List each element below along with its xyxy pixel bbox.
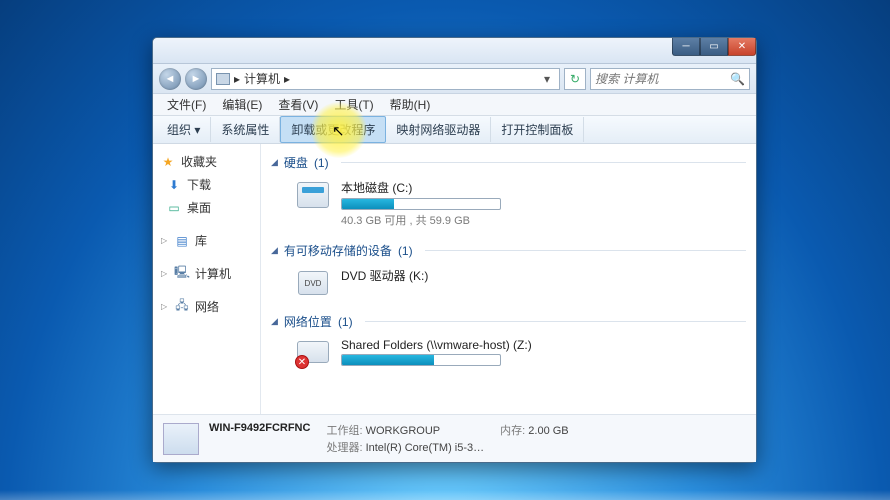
details-mem-label: 内存: <box>500 425 525 437</box>
address-sep-1: ▸ <box>234 72 240 86</box>
cursor-icon: ↖ <box>332 122 345 140</box>
content-pane: ◢ 硬盘 (1) 本地磁盘 (C:) 40.3 GB 可用 , 共 59.9 G… <box>261 144 756 414</box>
details-cpu: Intel(R) Core(TM) i5-3… <box>366 442 485 454</box>
toolbar: 组织 ▾ 系统属性 卸载或更改程序 映射网络驱动器 打开控制面板 ↖ <box>153 116 756 144</box>
nav-favorites-label: 收藏夹 <box>181 153 217 170</box>
menu-help[interactable]: 帮助(H) <box>382 94 439 115</box>
group-hdd[interactable]: ◢ 硬盘 (1) <box>271 154 746 171</box>
explorer-window: ─ ▭ ✕ ◄ ► ▸ 计算机 ▸ ▾ ↻ 🔍 文件(F) 编辑(E) 查看(V… <box>152 37 757 463</box>
network-icon: 🖧 <box>175 300 189 314</box>
dvd-drive-icon: DVD <box>298 271 328 295</box>
libraries-icon: ▤ <box>175 234 189 248</box>
minimize-button[interactable]: ─ <box>672 38 700 56</box>
chevron-down-icon: ◢ <box>271 157 278 168</box>
forward-button[interactable]: ► <box>185 68 207 90</box>
menu-tools[interactable]: 工具(T) <box>326 94 381 115</box>
details-workgroup: WORKGROUP <box>366 425 441 437</box>
close-button[interactable]: ✕ <box>728 38 756 56</box>
chevron-right-icon: ▷ <box>161 302 169 311</box>
menu-edit[interactable]: 编辑(E) <box>214 94 270 115</box>
network-share-icon: ✕ <box>297 341 329 367</box>
search-input[interactable] <box>595 72 730 86</box>
drive-c-subtitle: 40.3 GB 可用 , 共 59.9 GB <box>341 212 501 228</box>
group-removable-label: 有可移动存储的设备 <box>284 242 392 259</box>
map-network-drive-button[interactable]: 映射网络驱动器 <box>386 117 491 142</box>
nav-downloads[interactable]: ⬇ 下载 <box>153 173 260 196</box>
nav-favorites[interactable]: ★ 收藏夹 <box>153 150 260 173</box>
group-network-location[interactable]: ◢ 网络位置 (1) <box>271 313 746 330</box>
divider <box>341 162 746 163</box>
nav-desktop[interactable]: ▭ 桌面 <box>153 196 260 219</box>
hard-drive-icon <box>297 182 329 208</box>
divider <box>425 250 746 251</box>
chevron-down-icon: ◢ <box>271 316 278 327</box>
details-mem: 2.00 GB <box>528 425 568 437</box>
nav-computer[interactable]: ▷ 🖳 计算机 <box>153 262 260 285</box>
computer-thumb-icon <box>163 423 199 455</box>
drive-dvd[interactable]: DVD DVD 驱动器 (K:) <box>271 263 746 307</box>
window-controls: ─ ▭ ✕ <box>672 38 756 56</box>
search-icon: 🔍 <box>730 72 745 86</box>
menubar: 文件(F) 编辑(E) 查看(V) 工具(T) 帮助(H) <box>153 94 756 116</box>
computer-icon <box>216 73 230 85</box>
chevron-right-icon: ▷ <box>161 269 169 278</box>
drive-c[interactable]: 本地磁盘 (C:) 40.3 GB 可用 , 共 59.9 GB <box>271 175 746 236</box>
system-properties-button[interactable]: 系统属性 <box>211 117 280 142</box>
group-netloc-count: (1) <box>338 315 353 329</box>
nav-computer-label: 计算机 <box>195 265 231 282</box>
divider <box>365 321 746 322</box>
drive-dvd-name: DVD 驱动器 (K:) <box>341 267 428 284</box>
drive-z-usage-bar <box>341 354 501 366</box>
nav-downloads-label: 下载 <box>187 176 211 193</box>
drive-z-name: Shared Folders (\\vmware-host) (Z:) <box>341 338 532 352</box>
details-workgroup-label: 工作组: <box>326 425 362 437</box>
back-button[interactable]: ◄ <box>159 68 181 90</box>
refresh-button[interactable]: ↻ <box>564 68 586 90</box>
chevron-right-icon: ▷ <box>161 236 169 245</box>
group-hdd-label: 硬盘 <box>284 154 308 171</box>
drive-z[interactable]: ✕ Shared Folders (\\vmware-host) (Z:) <box>271 334 746 378</box>
body: ★ 收藏夹 ⬇ 下载 ▭ 桌面 ▷ ▤ 库 ▷ 🖳 计算机 <box>153 144 756 414</box>
address-crumb-computer[interactable]: 计算机 <box>244 70 280 87</box>
nav-libraries[interactable]: ▷ ▤ 库 <box>153 229 260 252</box>
search-box[interactable]: 🔍 <box>590 68 750 90</box>
group-netloc-label: 网络位置 <box>284 313 332 330</box>
group-hdd-count: (1) <box>314 156 329 170</box>
menu-file[interactable]: 文件(F) <box>159 94 214 115</box>
details-name: WIN-F9492FCRFNC <box>209 422 310 438</box>
computer-icon: 🖳 <box>175 267 189 281</box>
maximize-button[interactable]: ▭ <box>700 38 728 56</box>
titlebar: ─ ▭ ✕ <box>153 38 756 64</box>
desktop-icon: ▭ <box>167 201 181 215</box>
details-pane: WIN-F9492FCRFNC 工作组: WORKGROUP 内存: 2.00 … <box>153 414 756 462</box>
organize-button[interactable]: 组织 ▾ <box>157 117 211 142</box>
address-dropdown[interactable]: ▾ <box>539 72 555 86</box>
chevron-down-icon: ◢ <box>271 245 278 256</box>
details-cpu-label: 处理器: <box>326 442 362 454</box>
disconnected-overlay-icon: ✕ <box>295 355 309 369</box>
group-removable-count: (1) <box>398 244 413 258</box>
open-control-panel-button[interactable]: 打开控制面板 <box>491 117 584 142</box>
address-sep-2: ▸ <box>284 72 290 86</box>
star-icon: ★ <box>161 155 175 169</box>
group-removable[interactable]: ◢ 有可移动存储的设备 (1) <box>271 242 746 259</box>
drive-c-usage-bar <box>341 198 501 210</box>
menu-view[interactable]: 查看(V) <box>270 94 326 115</box>
nav-network[interactable]: ▷ 🖧 网络 <box>153 295 260 318</box>
nav-desktop-label: 桌面 <box>187 199 211 216</box>
nav-libraries-label: 库 <box>195 232 207 249</box>
drive-c-name: 本地磁盘 (C:) <box>341 179 501 196</box>
nav-network-label: 网络 <box>195 298 219 315</box>
navigation-pane: ★ 收藏夹 ⬇ 下载 ▭ 桌面 ▷ ▤ 库 ▷ 🖳 计算机 <box>153 144 261 414</box>
download-icon: ⬇ <box>167 178 181 192</box>
nav-row: ◄ ► ▸ 计算机 ▸ ▾ ↻ 🔍 <box>153 64 756 94</box>
address-bar[interactable]: ▸ 计算机 ▸ ▾ <box>211 68 560 90</box>
